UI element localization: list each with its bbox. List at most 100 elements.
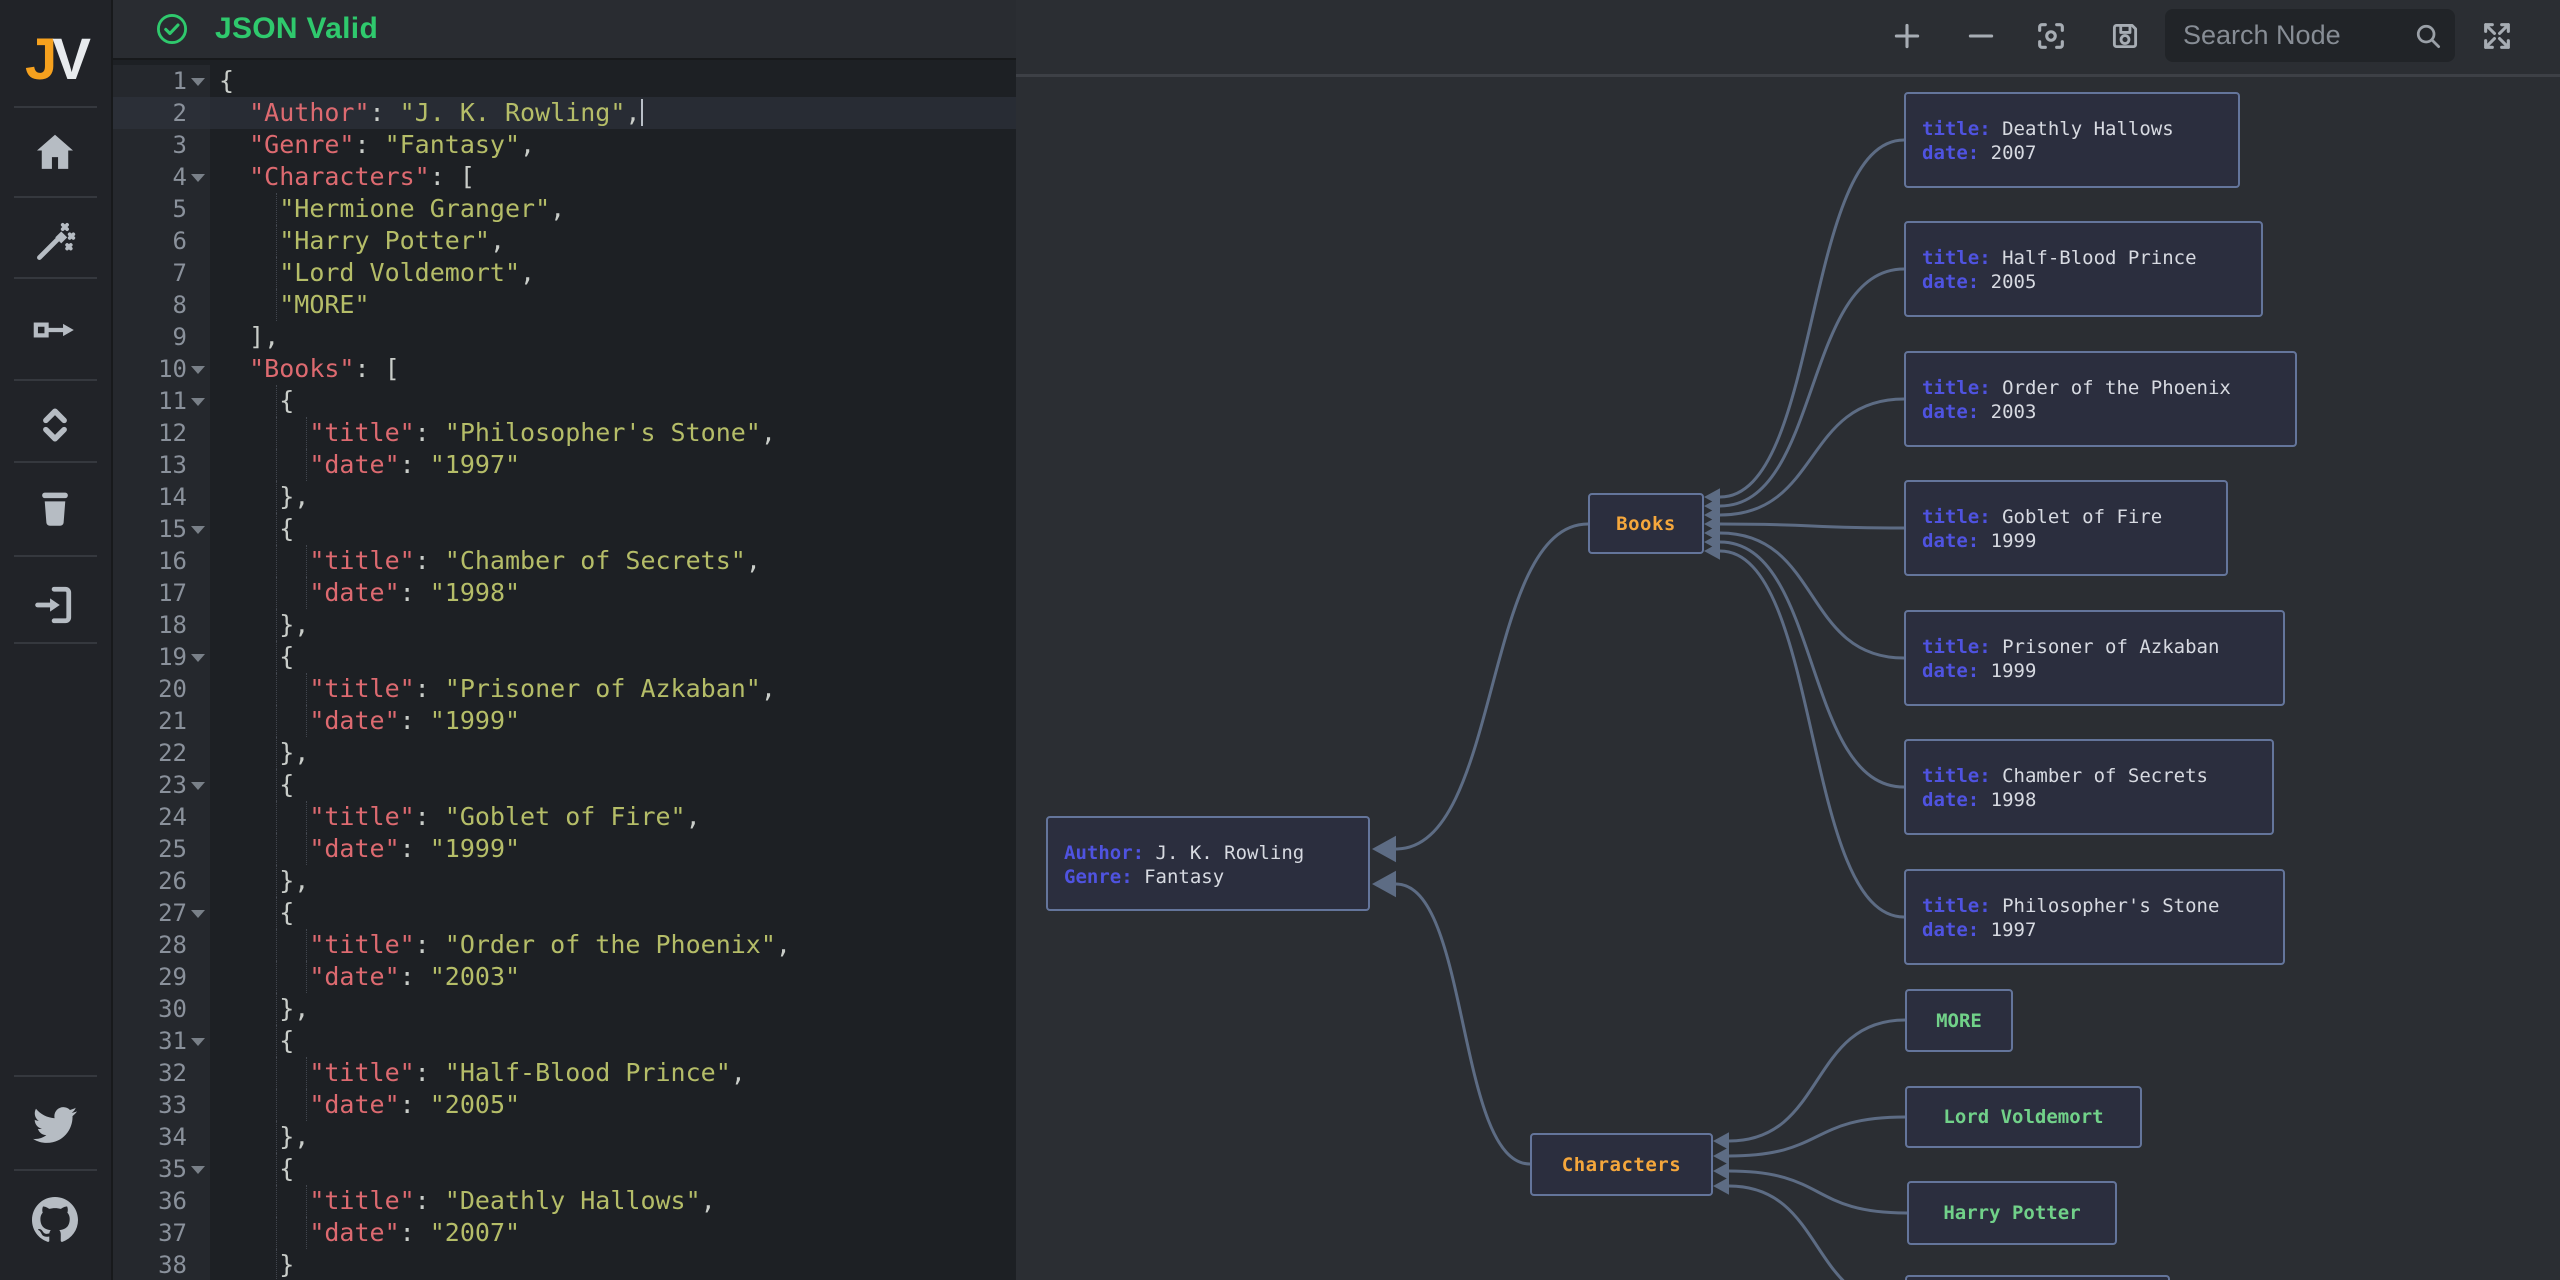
graph-node-book[interactable]: title: Philosopher's Stonedate: 1997 [1904,869,2285,965]
editor-line[interactable]: "date": "2003" [210,961,1016,993]
fold-toggle-icon[interactable] [191,910,205,918]
editor-line[interactable]: }, [210,481,1016,513]
fold-toggle-icon[interactable] [191,1166,205,1174]
graph-node-character[interactable]: Lord Voldemort [1905,1086,2142,1148]
editor-line[interactable]: { [210,897,1016,929]
editor-line[interactable]: { [210,769,1016,801]
check-circle-icon [155,12,189,46]
fold-toggle-icon[interactable] [191,526,205,534]
graph-node-book[interactable]: title: Chamber of Secretsdate: 1998 [1904,739,2274,835]
gutter-row: 17 [113,577,210,609]
center-view-button[interactable] [2033,18,2069,54]
graph-node-book[interactable]: title: Order of the Phoenixdate: 2003 [1904,351,2297,447]
editor-line[interactable]: "Harry Potter", [210,225,1016,257]
fullscreen-button[interactable] [2479,18,2515,54]
editor-line[interactable]: "date": "1997" [210,449,1016,481]
sidebar-item-expand-collapse[interactable] [31,401,79,449]
editor-code-area[interactable]: { "Author": "J. K. Rowling", "Genre": "F… [210,65,1016,1280]
zoom-out-button[interactable] [1963,18,1999,54]
graph-node-character[interactable]: Hermione Granger [1905,1275,2170,1280]
graph-node-character[interactable]: Harry Potter [1907,1181,2117,1245]
sidebar-item-twitter[interactable] [31,1101,79,1149]
graph-node-characters-parent[interactable]: Characters [1530,1133,1713,1196]
leaf-node-label: Lord Voldemort [1943,1106,2103,1128]
graph-node-character[interactable]: MORE [1905,989,2013,1052]
gutter-row: 13 [113,449,210,481]
node-value: Chamber of Secrets [2002,765,2208,787]
edge-arrowhead [1713,1177,1729,1195]
editor-line[interactable]: "title": "Order of the Phoenix", [210,929,1016,961]
editor-line[interactable]: "title": "Deathly Hallows", [210,1185,1016,1217]
editor-line[interactable]: "Lord Voldemort", [210,257,1016,289]
fold-toggle-icon[interactable] [191,366,205,374]
node-value: Goblet of Fire [2002,506,2162,528]
editor-line[interactable]: }, [210,993,1016,1025]
editor-line[interactable]: "Author": "J. K. Rowling", [210,97,1016,129]
sidebar-item-clear[interactable] [31,484,79,532]
editor-line[interactable]: }, [210,865,1016,897]
editor-line[interactable]: }, [210,1121,1016,1153]
editor-line-text: "Lord Voldemort", [210,257,1016,289]
sidebar-item-github[interactable] [31,1196,79,1244]
editor-line[interactable]: "date": "1999" [210,705,1016,737]
editor-line[interactable]: ], [210,321,1016,353]
editor-line[interactable]: { [210,65,1016,97]
node-key: Author: [1064,842,1144,864]
fold-toggle-icon[interactable] [191,398,205,406]
editor-line[interactable]: { [210,641,1016,673]
sidebar-item-home[interactable] [31,128,79,176]
line-number: 7 [173,257,187,289]
code-editor[interactable]: 1234567891011121314151617181920212223242… [113,62,1016,1280]
graph-node-book[interactable]: title: Goblet of Firedate: 1999 [1904,480,2228,576]
editor-line[interactable]: }, [210,737,1016,769]
editor-line[interactable]: "Books": [ [210,353,1016,385]
editor-line[interactable]: "date": "2005" [210,1089,1016,1121]
editor-line[interactable]: "title": "Philosopher's Stone", [210,417,1016,449]
editor-line[interactable]: { [210,385,1016,417]
fold-toggle-icon[interactable] [191,78,205,86]
fold-toggle-icon[interactable] [191,782,205,790]
sidebar-item-node-view[interactable] [31,306,79,354]
sidebar-item-import[interactable] [31,581,79,629]
editor-line-text: "title": "Order of the Phoenix", [210,929,1016,961]
save-button[interactable] [2107,18,2143,54]
editor-line-text: "title": "Half-Blood Prince", [210,1057,1016,1089]
editor-line[interactable]: "date": "2007" [210,1217,1016,1249]
editor-line[interactable]: "title": "Goblet of Fire", [210,801,1016,833]
node-value: 1998 [1991,789,2037,811]
zoom-in-button[interactable] [1889,18,1925,54]
sidebar-item-auto-format[interactable] [31,218,79,266]
editor-line[interactable]: "Characters": [ [210,161,1016,193]
graph-node-book[interactable]: title: Deathly Hallowsdate: 2007 [1904,92,2240,188]
editor-line[interactable]: "title": "Half-Blood Prince", [210,1057,1016,1089]
editor-line[interactable]: "MORE" [210,289,1016,321]
graph-node-book[interactable]: title: Half-Blood Princedate: 2005 [1904,221,2263,317]
graph-node-root[interactable]: Author: J. K. RowlingGenre: Fantasy [1046,816,1370,911]
fold-toggle-icon[interactable] [191,174,205,182]
editor-line[interactable]: { [210,513,1016,545]
graph-node-books-parent[interactable]: Books [1588,493,1704,554]
search-node-box [2165,9,2455,62]
line-number: 35 [158,1153,187,1185]
search-node-input[interactable] [2165,9,2455,62]
editor-line[interactable]: }, [210,609,1016,641]
editor-line[interactable]: "title": "Chamber of Secrets", [210,545,1016,577]
fold-toggle-icon[interactable] [191,654,205,662]
editor-line[interactable]: { [210,1025,1016,1057]
editor-line[interactable]: "Hermione Granger", [210,193,1016,225]
editor-line[interactable]: "date": "1998" [210,577,1016,609]
app-logo[interactable]: JV [0,22,111,96]
line-number: 23 [158,769,187,801]
editor-line[interactable]: "Genre": "Fantasy", [210,129,1016,161]
edge-arrowhead [1372,871,1396,897]
gutter-row: 9 [113,321,210,353]
graph-node-book[interactable]: title: Prisoner of Azkabandate: 1999 [1904,610,2285,706]
fold-toggle-icon[interactable] [191,1038,205,1046]
editor-line[interactable]: { [210,1153,1016,1185]
graph-edge [1720,551,1904,917]
editor-line[interactable]: "title": "Prisoner of Azkaban", [210,673,1016,705]
graph-canvas[interactable]: Author: J. K. RowlingGenre: Fantasy title… [1016,0,2560,1280]
editor-line[interactable]: "date": "1999" [210,833,1016,865]
search-icon[interactable] [2413,21,2443,56]
editor-line[interactable]: } [210,1249,1016,1280]
